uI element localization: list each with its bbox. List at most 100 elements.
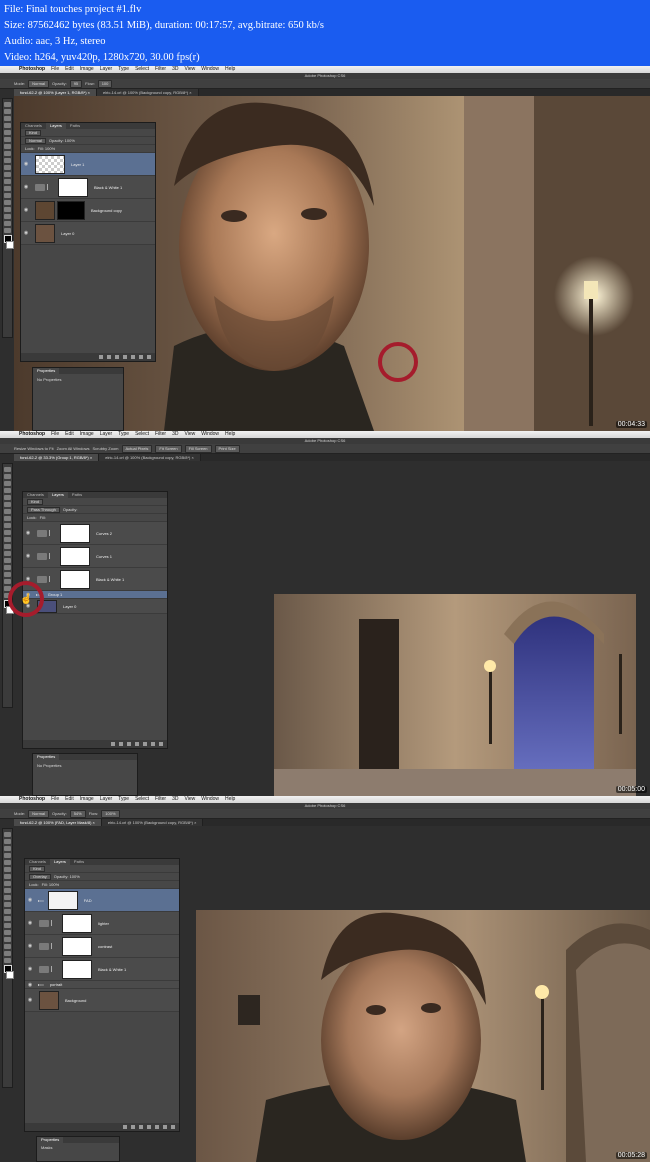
- tab-layers[interactable]: Layers: [49, 859, 70, 865]
- brush-tool-icon[interactable]: [4, 151, 11, 156]
- mode-select[interactable]: Normal: [28, 809, 50, 818]
- blend-mode-select[interactable]: Pass Through: [27, 506, 60, 513]
- tab-paths[interactable]: Paths: [66, 123, 84, 129]
- history-brush-icon[interactable]: [4, 895, 11, 900]
- menu-select[interactable]: Select: [132, 796, 152, 803]
- doc-tab-2[interactable]: elric-14.crl @ 100% (Background copy, RG…: [99, 454, 201, 461]
- fill-field[interactable]: Fill: 100%: [38, 146, 56, 151]
- menu-3d[interactable]: 3D: [169, 796, 181, 803]
- path-select-icon[interactable]: [4, 207, 11, 212]
- scrubby-zoom-checkbox[interactable]: Scrubby Zoom: [92, 446, 118, 451]
- kind-filter[interactable]: Kind: [25, 129, 42, 136]
- doc-tab-1[interactable]: fond-62-2 @ 33.3% (Group 1, RGB/8*) ×: [14, 454, 100, 461]
- menu-image[interactable]: Image: [77, 431, 97, 438]
- actual-pixels-button[interactable]: Actual Pixels: [121, 444, 153, 453]
- fill-screen-button[interactable]: Fill Screen: [184, 444, 212, 453]
- eye-icon[interactable]: ◉: [25, 920, 35, 926]
- hand-tool-icon[interactable]: [4, 221, 11, 226]
- menu-window[interactable]: Window: [198, 796, 222, 803]
- link-layers-icon[interactable]: [111, 742, 115, 746]
- fit-screen-button[interactable]: Fit Screen: [155, 444, 182, 453]
- menu-layer[interactable]: Layer: [97, 431, 116, 438]
- menu-edit[interactable]: Edit: [62, 796, 77, 803]
- flow-input[interactable]: 100: [97, 79, 113, 88]
- adjustment-layer-icon[interactable]: [147, 1125, 151, 1129]
- blend-mode-select[interactable]: Normal: [25, 137, 46, 144]
- menu-help[interactable]: Help: [222, 66, 238, 73]
- stamp-tool-icon[interactable]: [4, 888, 11, 893]
- menu-type[interactable]: Type: [115, 66, 132, 73]
- menu-layer[interactable]: Layer: [97, 66, 116, 73]
- trash-icon[interactable]: [171, 1125, 175, 1129]
- background-color-swatch[interactable]: [6, 241, 14, 249]
- menu-window[interactable]: Window: [198, 431, 222, 438]
- marquee-tool-icon[interactable]: [4, 109, 11, 114]
- marquee-tool-icon[interactable]: [4, 839, 11, 844]
- adjustment-layer-icon[interactable]: [123, 355, 127, 359]
- pen-tool-icon[interactable]: [4, 558, 11, 563]
- tab-channels[interactable]: Channels: [21, 123, 46, 129]
- eyedropper-tool-icon[interactable]: [4, 867, 11, 872]
- group-icon[interactable]: [155, 1125, 159, 1129]
- layer-row[interactable]: ◉ Layer 0: [21, 222, 155, 245]
- doc-tab-2[interactable]: elric-14.crl @ 100% (Background copy, RG…: [101, 819, 204, 826]
- crop-tool-icon[interactable]: [4, 130, 11, 135]
- type-tool-icon[interactable]: [4, 930, 11, 935]
- menu-app[interactable]: Photoshop: [16, 431, 48, 438]
- move-tool-icon[interactable]: [4, 102, 11, 107]
- eye-icon[interactable]: ◉: [21, 230, 31, 236]
- group-icon[interactable]: [143, 742, 147, 746]
- link-layers-icon[interactable]: [123, 1125, 127, 1129]
- print-size-button[interactable]: Print Size: [214, 444, 240, 453]
- fx-icon[interactable]: [119, 742, 123, 746]
- stamp-tool-icon[interactable]: [4, 158, 11, 163]
- shape-tool-icon[interactable]: [4, 944, 11, 949]
- trash-icon[interactable]: [159, 742, 163, 746]
- menu-filter[interactable]: Filter: [152, 431, 169, 438]
- marquee-tool-icon[interactable]: [4, 474, 11, 479]
- menu-3d[interactable]: 3D: [169, 66, 181, 73]
- flow-input[interactable]: 100%: [101, 809, 120, 818]
- zoom-tool-icon[interactable]: [4, 228, 11, 233]
- menu-view[interactable]: View: [182, 431, 199, 438]
- menu-select[interactable]: Select: [132, 66, 152, 73]
- new-layer-icon[interactable]: [139, 355, 143, 359]
- gradient-tool-icon[interactable]: [4, 179, 11, 184]
- tab-channels[interactable]: Channels: [25, 859, 50, 865]
- type-tool-icon[interactable]: [4, 565, 11, 570]
- tab-layers[interactable]: Layers: [47, 492, 68, 498]
- zoom-all-checkbox[interactable]: Zoom All Windows: [57, 446, 90, 451]
- blend-mode-select[interactable]: Overlay: [29, 873, 51, 880]
- menu-app[interactable]: Photoshop: [16, 66, 48, 73]
- tab-paths[interactable]: Paths: [68, 492, 86, 498]
- menu-layer[interactable]: Layer: [97, 796, 116, 803]
- tab-channels[interactable]: Channels: [23, 492, 48, 498]
- healing-tool-icon[interactable]: [4, 509, 11, 514]
- new-layer-icon[interactable]: [151, 742, 155, 746]
- healing-tool-icon[interactable]: [4, 144, 11, 149]
- menu-type[interactable]: Type: [115, 796, 132, 803]
- eyedropper-tool-icon[interactable]: [4, 137, 11, 142]
- gradient-tool-icon[interactable]: [4, 909, 11, 914]
- gradient-tool-icon[interactable]: [4, 544, 11, 549]
- layer-row[interactable]: ◉ Layer 0: [23, 599, 167, 614]
- menu-type[interactable]: Type: [115, 431, 132, 438]
- canvas-photo[interactable]: [196, 910, 650, 1162]
- crop-tool-icon[interactable]: [4, 860, 11, 865]
- properties-tab[interactable]: Properties: [33, 368, 60, 374]
- group-row[interactable]: ◉ ▸▭ Group 1: [23, 591, 167, 599]
- adjustment-layer-icon[interactable]: [135, 742, 139, 746]
- properties-tab[interactable]: Properties: [37, 1137, 64, 1143]
- menu-select[interactable]: Select: [132, 431, 152, 438]
- canvas-photo[interactable]: [274, 594, 636, 796]
- layer-row[interactable]: ◉ Black & White 1: [21, 176, 155, 199]
- shape-tool-icon[interactable]: [4, 579, 11, 584]
- opacity-field[interactable]: Opacity: 100%: [54, 874, 80, 879]
- pen-tool-icon[interactable]: [4, 923, 11, 928]
- eye-icon[interactable]: ◉: [25, 897, 35, 903]
- dodge-tool-icon[interactable]: [4, 916, 11, 921]
- mask-icon[interactable]: [139, 1125, 143, 1129]
- layer-row[interactable]: ◉ lighter: [25, 912, 179, 935]
- eyedropper-tool-icon[interactable]: [4, 502, 11, 507]
- menu-view[interactable]: View: [182, 66, 199, 73]
